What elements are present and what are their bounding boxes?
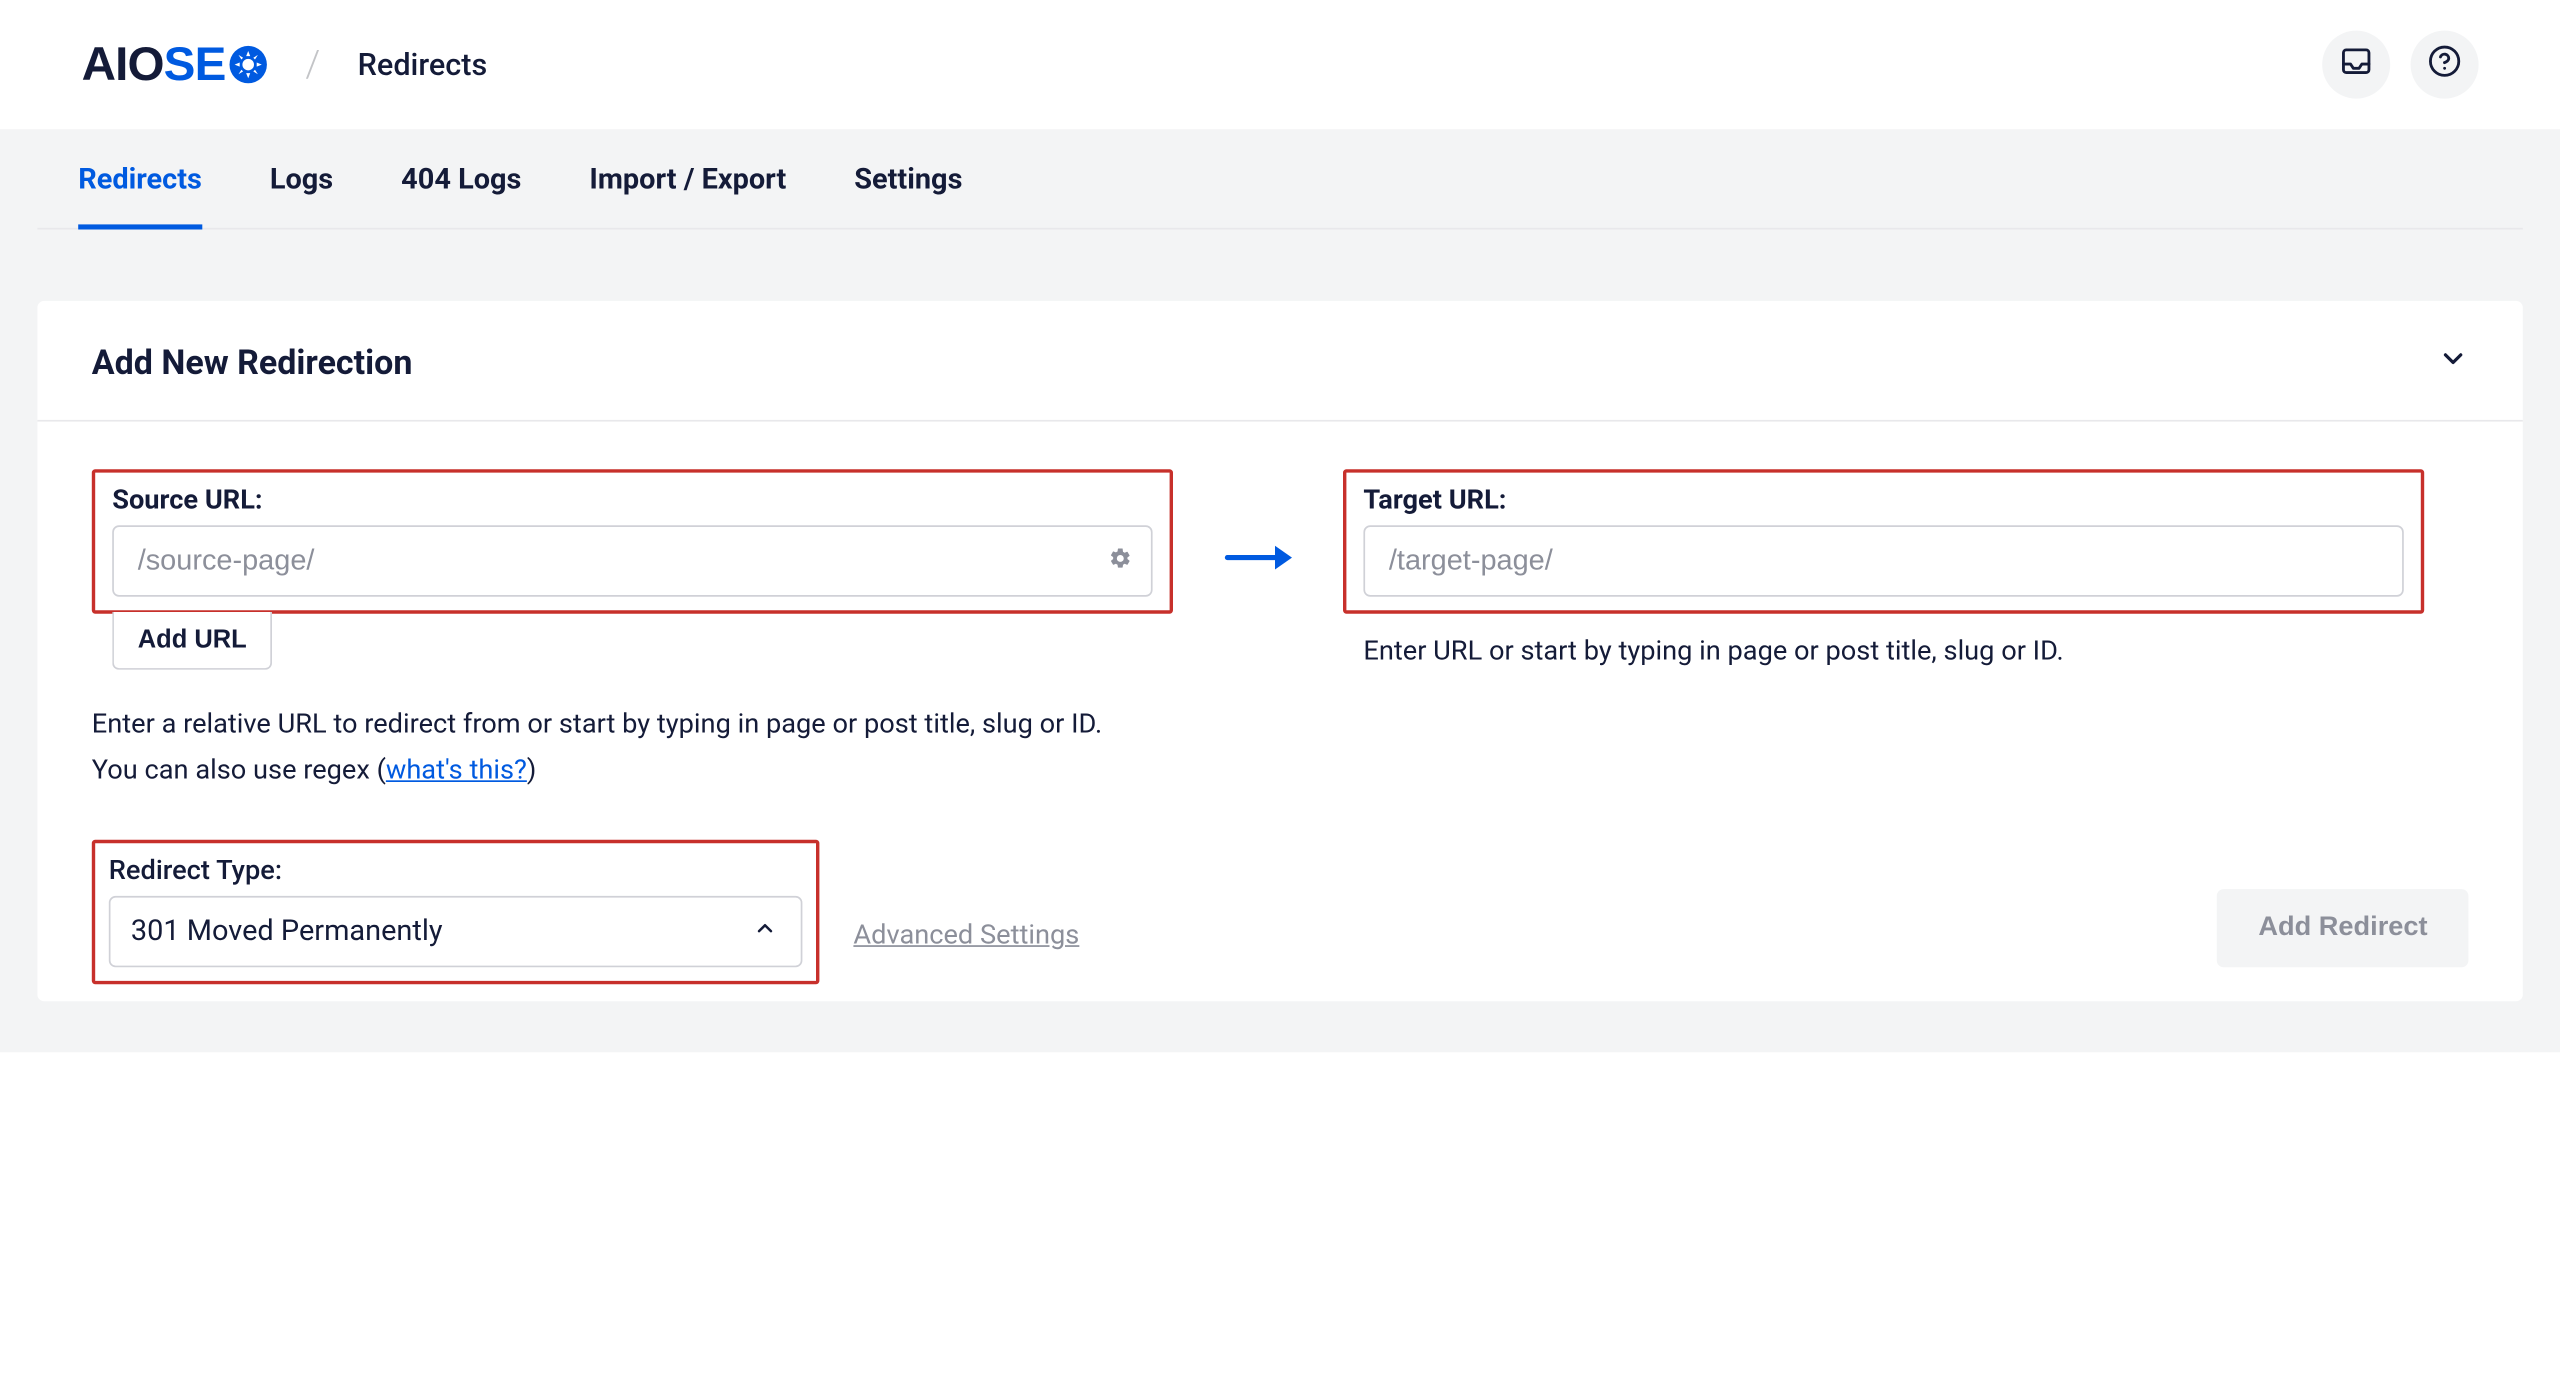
panel-title: Add New Redirection <box>92 342 413 383</box>
source-url-input[interactable] <box>112 525 1152 596</box>
target-url-input[interactable] <box>1363 525 2403 596</box>
redirect-type-highlight: Redirect Type: 301 Moved Permanently <box>92 840 820 985</box>
breadcrumb-separator: / <box>305 43 320 86</box>
target-helper-text: Enter URL or start by typing in page or … <box>1363 634 2424 666</box>
logo: AIOSE <box>82 37 268 91</box>
inbox-icon <box>2339 44 2373 85</box>
source-url-highlight: Source URL: <box>92 469 1173 614</box>
tab-404-logs[interactable]: 404 Logs <box>401 129 521 229</box>
tab-import-export[interactable]: Import / Export <box>589 129 786 229</box>
logo-text-aio: AIO <box>82 37 164 91</box>
redirect-type-label: Redirect Type: <box>109 854 803 886</box>
app-header: AIOSE / Redirects <box>0 0 2560 129</box>
add-redirect-button[interactable]: Add Redirect <box>2218 890 2469 968</box>
breadcrumb: Redirects <box>358 47 488 83</box>
source-helper-text: Enter a relative URL to redirect from or… <box>92 700 1146 792</box>
arrow-icon <box>1173 469 1343 574</box>
source-url-label: Source URL: <box>112 483 1152 515</box>
whats-this-link[interactable]: what's this? <box>386 753 527 785</box>
source-url-settings-button[interactable] <box>1108 545 1132 577</box>
gear-icon <box>1108 545 1132 577</box>
help-button[interactable] <box>2411 31 2479 99</box>
logo-text-se: SE <box>164 37 226 91</box>
advanced-settings-link[interactable]: Advanced Settings <box>853 919 1079 951</box>
chevron-up-icon <box>753 915 777 949</box>
inbox-button[interactable] <box>2322 31 2390 99</box>
add-redirection-panel: Add New Redirection Source URL: <box>37 301 2522 1002</box>
redirect-type-select[interactable]: 301 Moved Permanently <box>109 897 803 968</box>
tab-logs[interactable]: Logs <box>270 129 333 229</box>
gear-o-icon <box>227 44 268 85</box>
collapse-toggle[interactable] <box>2438 343 2469 380</box>
tab-redirects[interactable]: Redirects <box>78 129 202 229</box>
target-url-highlight: Target URL: <box>1343 469 2424 614</box>
help-icon <box>2428 44 2462 85</box>
add-url-button[interactable]: Add URL <box>112 612 272 670</box>
tab-settings[interactable]: Settings <box>854 129 962 229</box>
chevron-down-icon <box>2438 349 2469 381</box>
target-url-label: Target URL: <box>1363 483 2403 515</box>
redirect-type-selected: 301 Moved Permanently <box>131 915 443 949</box>
tabs: Redirects Logs 404 Logs Import / Export … <box>37 129 2522 229</box>
